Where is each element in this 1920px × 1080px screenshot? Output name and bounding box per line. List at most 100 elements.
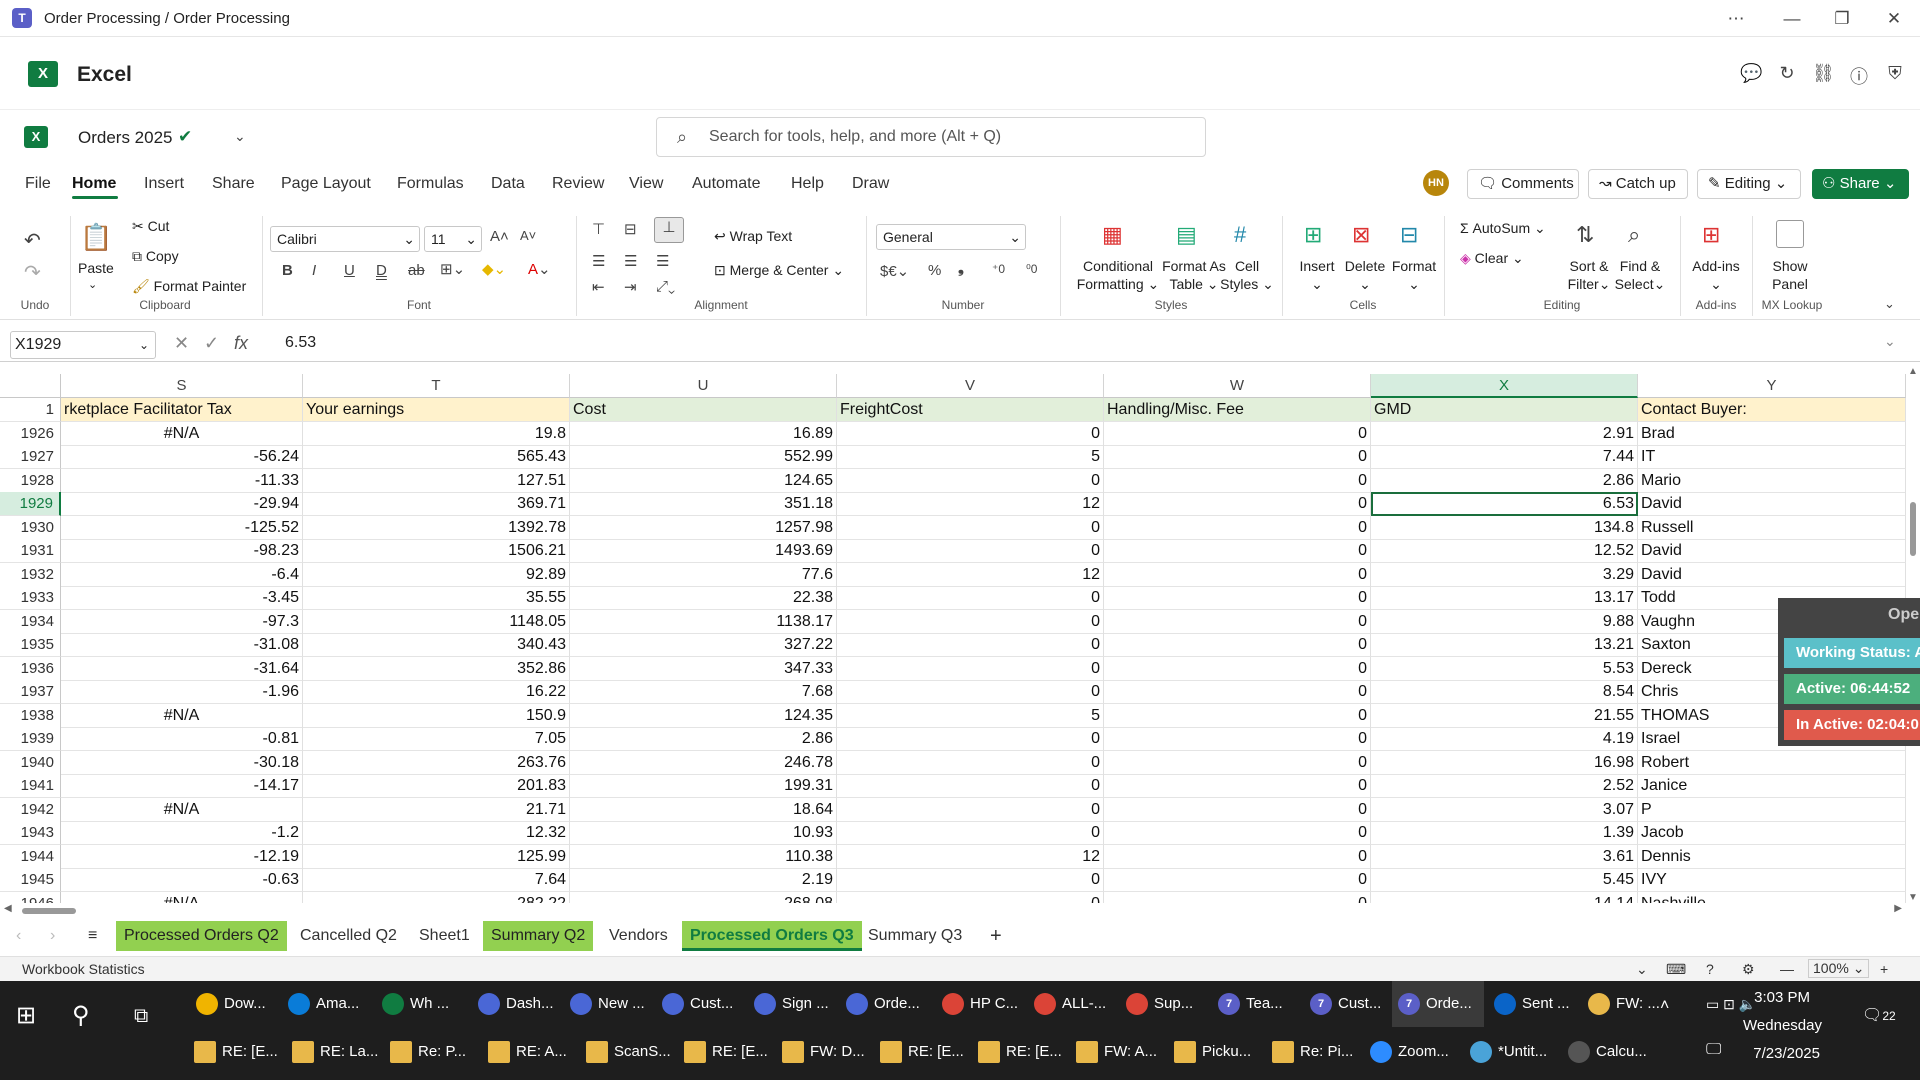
align-top-icon[interactable]: ⊤ xyxy=(592,220,605,238)
table-cell[interactable]: 263.76 xyxy=(303,750,570,775)
table-cell[interactable]: 0 xyxy=(1104,774,1371,798)
taskbar-app[interactable]: Cust... xyxy=(656,981,744,1027)
column-header-s[interactable]: S xyxy=(61,374,303,398)
table-cell[interactable]: -125.52 xyxy=(61,515,303,540)
taskbar-app[interactable]: Dash... xyxy=(472,981,560,1027)
minimize-button[interactable]: — xyxy=(1768,0,1816,37)
taskbar-app[interactable]: *Untit... xyxy=(1466,1029,1560,1075)
document-name[interactable]: Orders 2025 xyxy=(78,128,173,148)
workbook-statistics[interactable]: Workbook Statistics xyxy=(22,961,145,977)
table-cell[interactable]: 150.9 xyxy=(303,703,570,728)
find-select-button[interactable]: Find & Select⌄ xyxy=(1612,257,1668,293)
row-header[interactable]: 1 xyxy=(0,398,61,422)
table-cell[interactable]: 35.55 xyxy=(303,586,570,610)
catch-up-button[interactable]: ↝ Catch up xyxy=(1588,169,1688,199)
comments-button[interactable]: 🗨 Comments xyxy=(1467,169,1579,199)
table-cell[interactable]: 0 xyxy=(1104,797,1371,822)
taskbar-app[interactable]: Ama... xyxy=(282,981,370,1027)
table-cell[interactable]: 127.51 xyxy=(303,468,570,493)
cell-styles-button[interactable]: Cell Styles ⌄ xyxy=(1220,257,1274,293)
search-box[interactable]: ⌕ Search for tools, help, and more (Alt … xyxy=(656,117,1206,157)
taskbar-app[interactable]: RE: [E... xyxy=(974,1029,1068,1075)
table-cell[interactable]: 7.64 xyxy=(303,868,570,892)
taskbar-app[interactable]: Re: Pi... xyxy=(1268,1029,1362,1075)
table-cell[interactable]: 134.8 xyxy=(1371,515,1638,540)
sheet-tab-processed-orders-q2[interactable]: Processed Orders Q2 xyxy=(116,921,287,951)
tab-data[interactable]: Data xyxy=(491,175,525,193)
tab-draw[interactable]: Draw xyxy=(852,175,889,193)
editing-mode-button[interactable]: ✎ Editing ⌄ xyxy=(1697,169,1801,199)
table-cell[interactable]: 565.43 xyxy=(303,445,570,469)
table-cell[interactable]: 2.86 xyxy=(1371,468,1638,493)
taskbar-app[interactable]: ScanS... xyxy=(582,1029,676,1075)
column-header-u[interactable]: U xyxy=(570,374,837,398)
table-cell[interactable]: 369.71 xyxy=(303,492,570,516)
table-cell[interactable]: 1257.98 xyxy=(570,515,837,540)
vertical-scroll-thumb[interactable] xyxy=(1910,502,1916,556)
table-cell[interactable]: -31.08 xyxy=(61,633,303,657)
search-icon[interactable]: ⚲ xyxy=(72,993,90,1039)
orientation-icon[interactable]: ⤢⌄ xyxy=(656,278,675,295)
table-cell[interactable]: 0 xyxy=(837,821,1104,845)
sheet-tab-sheet1[interactable]: Sheet1 xyxy=(411,921,478,951)
table-cell[interactable]: -14.17 xyxy=(61,774,303,798)
row-header[interactable]: 1937 xyxy=(0,680,61,704)
table-cell[interactable]: 16.89 xyxy=(570,421,837,446)
tab-formulas[interactable]: Formulas xyxy=(397,175,464,193)
header-cell-col-s[interactable]: rketplace Facilitator Tax xyxy=(61,398,303,422)
table-cell[interactable]: 125.99 xyxy=(303,844,570,869)
tab-automate[interactable]: Automate xyxy=(692,175,760,193)
table-cell[interactable]: Dennis xyxy=(1638,844,1906,869)
borders-icon[interactable]: ⊞⌄ xyxy=(440,260,465,278)
table-cell[interactable]: 3.29 xyxy=(1371,562,1638,587)
underline-icon[interactable]: U xyxy=(344,262,355,279)
tab-view[interactable]: View xyxy=(629,175,663,193)
fill-color-icon[interactable]: ◆⌄ xyxy=(482,260,506,278)
table-cell[interactable]: 246.78 xyxy=(570,750,837,775)
table-cell[interactable]: -6.4 xyxy=(61,562,303,587)
cell-styles-icon[interactable]: # xyxy=(1234,222,1246,248)
taskbar-app[interactable]: RE: La... xyxy=(288,1029,382,1075)
table-cell[interactable]: 12 xyxy=(837,844,1104,869)
start-windows-icon[interactable]: ⊞ xyxy=(16,993,36,1039)
table-cell[interactable]: -11.33 xyxy=(61,468,303,493)
table-cell[interactable]: 1148.05 xyxy=(303,609,570,634)
taskbar-app[interactable]: RE: A... xyxy=(484,1029,578,1075)
chevron-down-icon[interactable]: ⌄ xyxy=(234,128,246,145)
table-cell[interactable]: 7.68 xyxy=(570,680,837,704)
table-cell[interactable]: -56.24 xyxy=(61,445,303,469)
taskbar-app[interactable]: Calcu... xyxy=(1564,1029,1658,1075)
table-cell[interactable]: 0 xyxy=(837,633,1104,657)
format-button[interactable]: Format ⌄ xyxy=(1388,257,1440,293)
help-icon[interactable]: ? xyxy=(1706,961,1714,977)
shield-icon[interactable]: ⛨ xyxy=(1884,63,1906,84)
table-cell[interactable]: 0 xyxy=(1104,492,1371,516)
paste-chevron-icon[interactable]: ⌄ xyxy=(88,278,97,291)
row-header[interactable]: 1939 xyxy=(0,727,61,751)
table-cell[interactable]: IT xyxy=(1638,445,1906,469)
table-cell[interactable]: Brad xyxy=(1638,421,1906,446)
autosum-button[interactable]: Σ AutoSum ⌄ xyxy=(1460,220,1546,237)
table-cell[interactable]: 0 xyxy=(837,727,1104,751)
row-header[interactable]: 1933 xyxy=(0,586,61,610)
cut-button[interactable]: ✂ Cut xyxy=(132,218,169,235)
row-header[interactable]: 1927 xyxy=(0,445,61,469)
taskbar-app[interactable]: 7 Cust... xyxy=(1304,981,1392,1027)
table-cell[interactable]: 352.86 xyxy=(303,656,570,681)
taskbar-app[interactable]: HP C... xyxy=(936,981,1024,1027)
column-header-v[interactable]: V xyxy=(837,374,1104,398)
table-cell[interactable]: 10.93 xyxy=(570,821,837,845)
taskbar-app[interactable]: FW: D... xyxy=(778,1029,872,1075)
chat-icon[interactable]: 💬 xyxy=(1740,63,1762,84)
table-cell[interactable]: 4.19 xyxy=(1371,727,1638,751)
next-sheet-icon[interactable]: › xyxy=(42,921,63,951)
table-cell[interactable]: -97.3 xyxy=(61,609,303,634)
table-cell[interactable]: 12.32 xyxy=(303,821,570,845)
table-cell[interactable]: 1493.69 xyxy=(570,539,837,563)
ribbon-collapse-icon[interactable]: ⌄ xyxy=(1884,296,1895,312)
taskbar-app[interactable]: Sup... xyxy=(1120,981,1208,1027)
name-box[interactable]: X1929 ⌄ xyxy=(10,331,156,359)
table-cell[interactable]: David xyxy=(1638,562,1906,587)
format-cells-icon[interactable]: ⊟ xyxy=(1400,222,1418,248)
sheet-tab-cancelled-q2[interactable]: Cancelled Q2 xyxy=(292,921,405,951)
